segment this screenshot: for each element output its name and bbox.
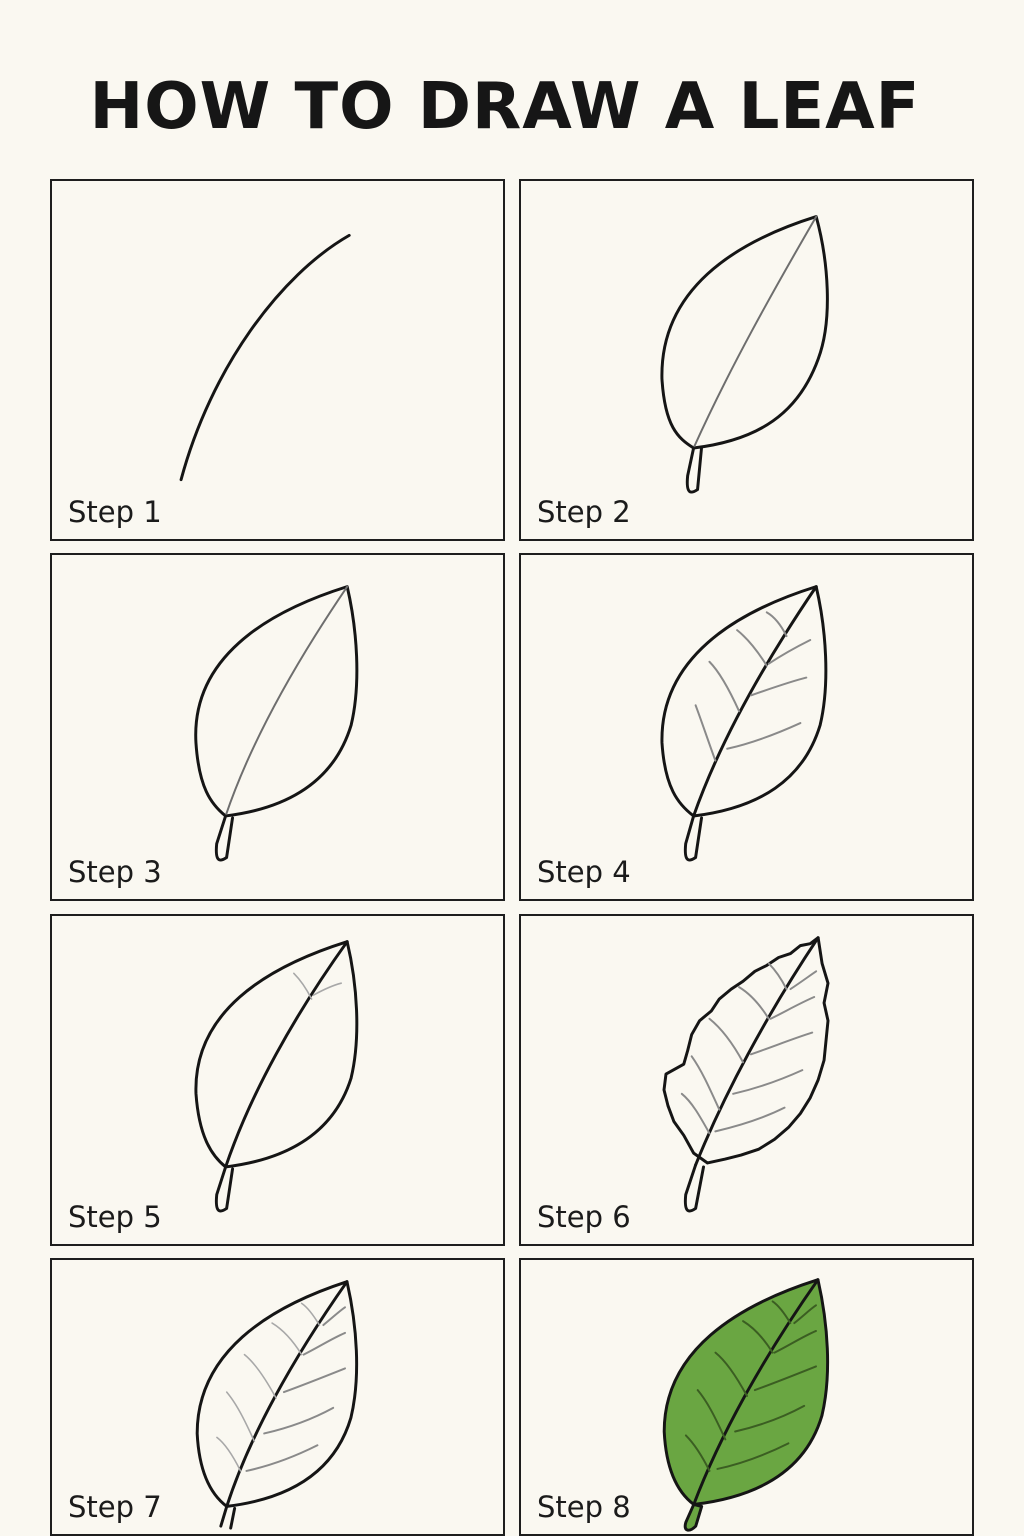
- leaf-drawing-step-4: [660, 585, 828, 862]
- leaf-drawing-step-1: [179, 233, 351, 482]
- step-panel-5: Step 5: [50, 914, 505, 1246]
- step-label: Step 6: [537, 1200, 631, 1234]
- leaf-drawing-step-5: [194, 940, 359, 1213]
- step-panel-4: Step 4: [519, 553, 974, 901]
- leaf-drawing-step-6: [662, 936, 830, 1213]
- step-label: Step 7: [68, 1490, 162, 1524]
- step-panel-7: Step 7: [50, 1258, 505, 1536]
- step-panel-1: Step 1: [50, 179, 505, 541]
- step-label: Step 3: [68, 855, 162, 889]
- page-title: HOW TO DRAW A LEAF: [89, 70, 921, 144]
- step-label: Step 4: [537, 855, 631, 889]
- step-label: Step 2: [537, 495, 631, 529]
- leaf-drawing-step-3: [194, 585, 359, 862]
- step-panel-8: Step 8: [519, 1258, 974, 1536]
- step-label: Step 8: [537, 1490, 631, 1524]
- step-label: Step 1: [68, 495, 162, 529]
- step-panel-6: Step 6: [519, 914, 974, 1246]
- step-panel-3: Step 3: [50, 553, 505, 901]
- leaf-drawing-step-2: [660, 215, 829, 494]
- step-panel-2: Step 2: [519, 179, 974, 541]
- step-label: Step 5: [68, 1200, 162, 1234]
